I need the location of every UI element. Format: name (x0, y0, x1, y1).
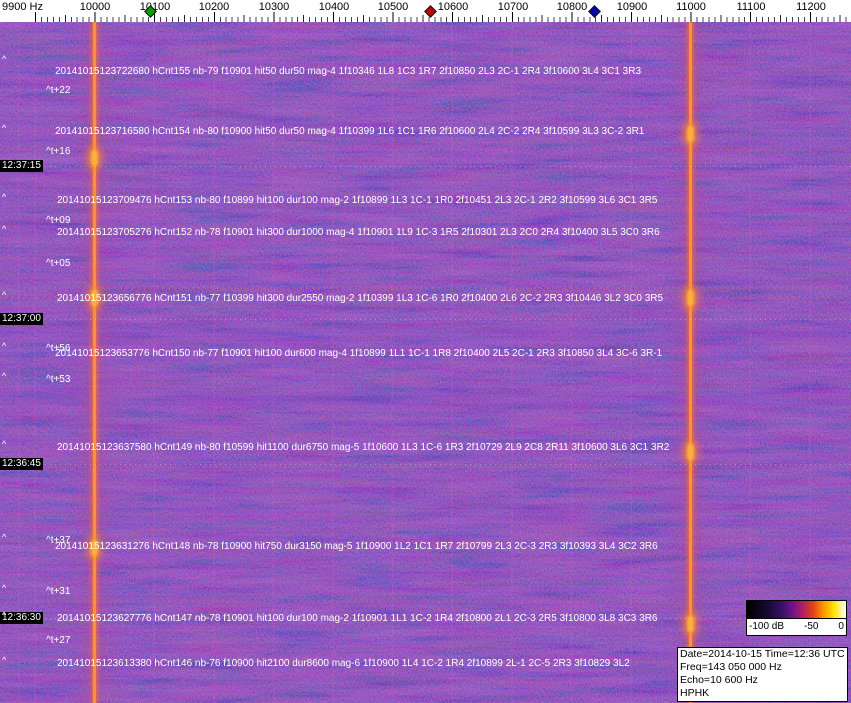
echo-hotspot (687, 290, 694, 306)
db-scale-max-label: 0 (838, 621, 844, 632)
edge-event-tick: ^ (2, 54, 7, 64)
detection-time-tag: ^t+09 (46, 215, 71, 226)
edge-event-tick: ^ (2, 655, 7, 665)
info-date-time: Date=2014-10-15 Time=12:36 UTC (680, 648, 845, 660)
detection-record: 20141015123631276 hCnt148 nb-78 f10900 h… (55, 541, 658, 552)
detection-record: 20141015123613380 hCnt146 nb-76 f10900 h… (57, 658, 630, 669)
detection-record: 20141015123716580 hCnt154 nb-80 f10900 h… (55, 126, 645, 137)
edge-event-tick: ^ (2, 192, 7, 202)
edge-event-tick: ^ (2, 123, 7, 133)
time-gridline (0, 464, 851, 465)
db-scale-min-label: -100 dB (749, 621, 785, 632)
interference-row (0, 33, 851, 35)
ruler-major-ticks (35, 12, 851, 22)
db-color-scale: -100 dB -50 0 (746, 600, 847, 636)
spectrogram-waterfall[interactable]: 12:37:15 12:37:00 12:36:45 12:36:30 ^ ^ … (0, 22, 851, 703)
edge-event-tick: ^ (2, 610, 7, 620)
edge-event-tick: ^ (2, 532, 7, 542)
echo-hotspot (687, 444, 694, 460)
carrier-line-11000hz (689, 22, 692, 703)
edge-event-tick: ^ (2, 583, 7, 593)
detection-time-tag: ^t+16 (46, 146, 71, 157)
time-label: 12:36:30 (0, 612, 43, 624)
echo-hotspot (91, 150, 98, 166)
detection-time-tag: ^t+31 (46, 586, 71, 597)
interference-glow-band (0, 393, 851, 407)
info-station-id: HPHK (680, 687, 710, 699)
detection-record: 20141015123656776 hCnt151 nb-77 f10399 h… (57, 293, 664, 304)
detection-time-tag: ^t+22 (46, 85, 71, 96)
detection-record: 20141015123627776 hCnt147 nb-78 f10901 h… (57, 613, 658, 624)
interference-row (0, 600, 851, 602)
echo-hotspot (687, 126, 694, 142)
db-scale-labels: -100 dB -50 0 (746, 619, 847, 636)
color-gradient-bar (746, 600, 847, 619)
carrier-line-10000hz (93, 22, 96, 703)
time-label: 12:37:15 (0, 160, 43, 172)
time-label: 12:36:45 (0, 458, 43, 470)
interference-row (0, 287, 851, 289)
interference-row (0, 148, 851, 150)
detection-record: 20141015123705276 hCnt152 nb-78 f10901 h… (57, 227, 660, 238)
frequency-ruler: 9900 Hz 10000 10100 10200 10300 10400 10… (0, 0, 851, 22)
detection-time-tag: ^t+27 (46, 635, 71, 646)
edge-event-tick: ^ (2, 224, 7, 234)
time-gridline (0, 319, 851, 320)
status-info-box: Date=2014-10-15 Time=12:36 UTC Freq=143 … (677, 647, 848, 702)
info-echo: Echo=10 600 Hz (680, 674, 758, 686)
detection-record: 20141015123722680 hCnt155 nb-79 f10901 h… (55, 66, 642, 77)
edge-event-tick: ^ (2, 290, 7, 300)
interference-row (0, 52, 851, 54)
interference-glow-band (0, 328, 851, 342)
detection-record: 20141015123709476 hCnt153 nb-80 f10899 h… (57, 195, 658, 206)
interference-row (0, 466, 851, 468)
edge-event-tick: ^ (2, 341, 7, 351)
detection-record: 20141015123637580 hCnt149 nb-80 f10599 h… (57, 442, 670, 453)
time-gridline (0, 166, 851, 167)
detection-record: 20141015123653776 hCnt150 nb-77 f10901 h… (55, 348, 663, 359)
time-label: 12:37:00 (0, 313, 43, 325)
edge-event-tick: ^ (2, 439, 7, 449)
edge-event-tick: ^ (2, 371, 7, 381)
info-frequency: Freq=143 050 000 Hz (680, 661, 782, 673)
db-scale-mid-label: -50 (804, 621, 819, 632)
detection-time-tag: ^t+53 (46, 374, 71, 385)
detection-time-tag: ^t+05 (46, 258, 71, 269)
